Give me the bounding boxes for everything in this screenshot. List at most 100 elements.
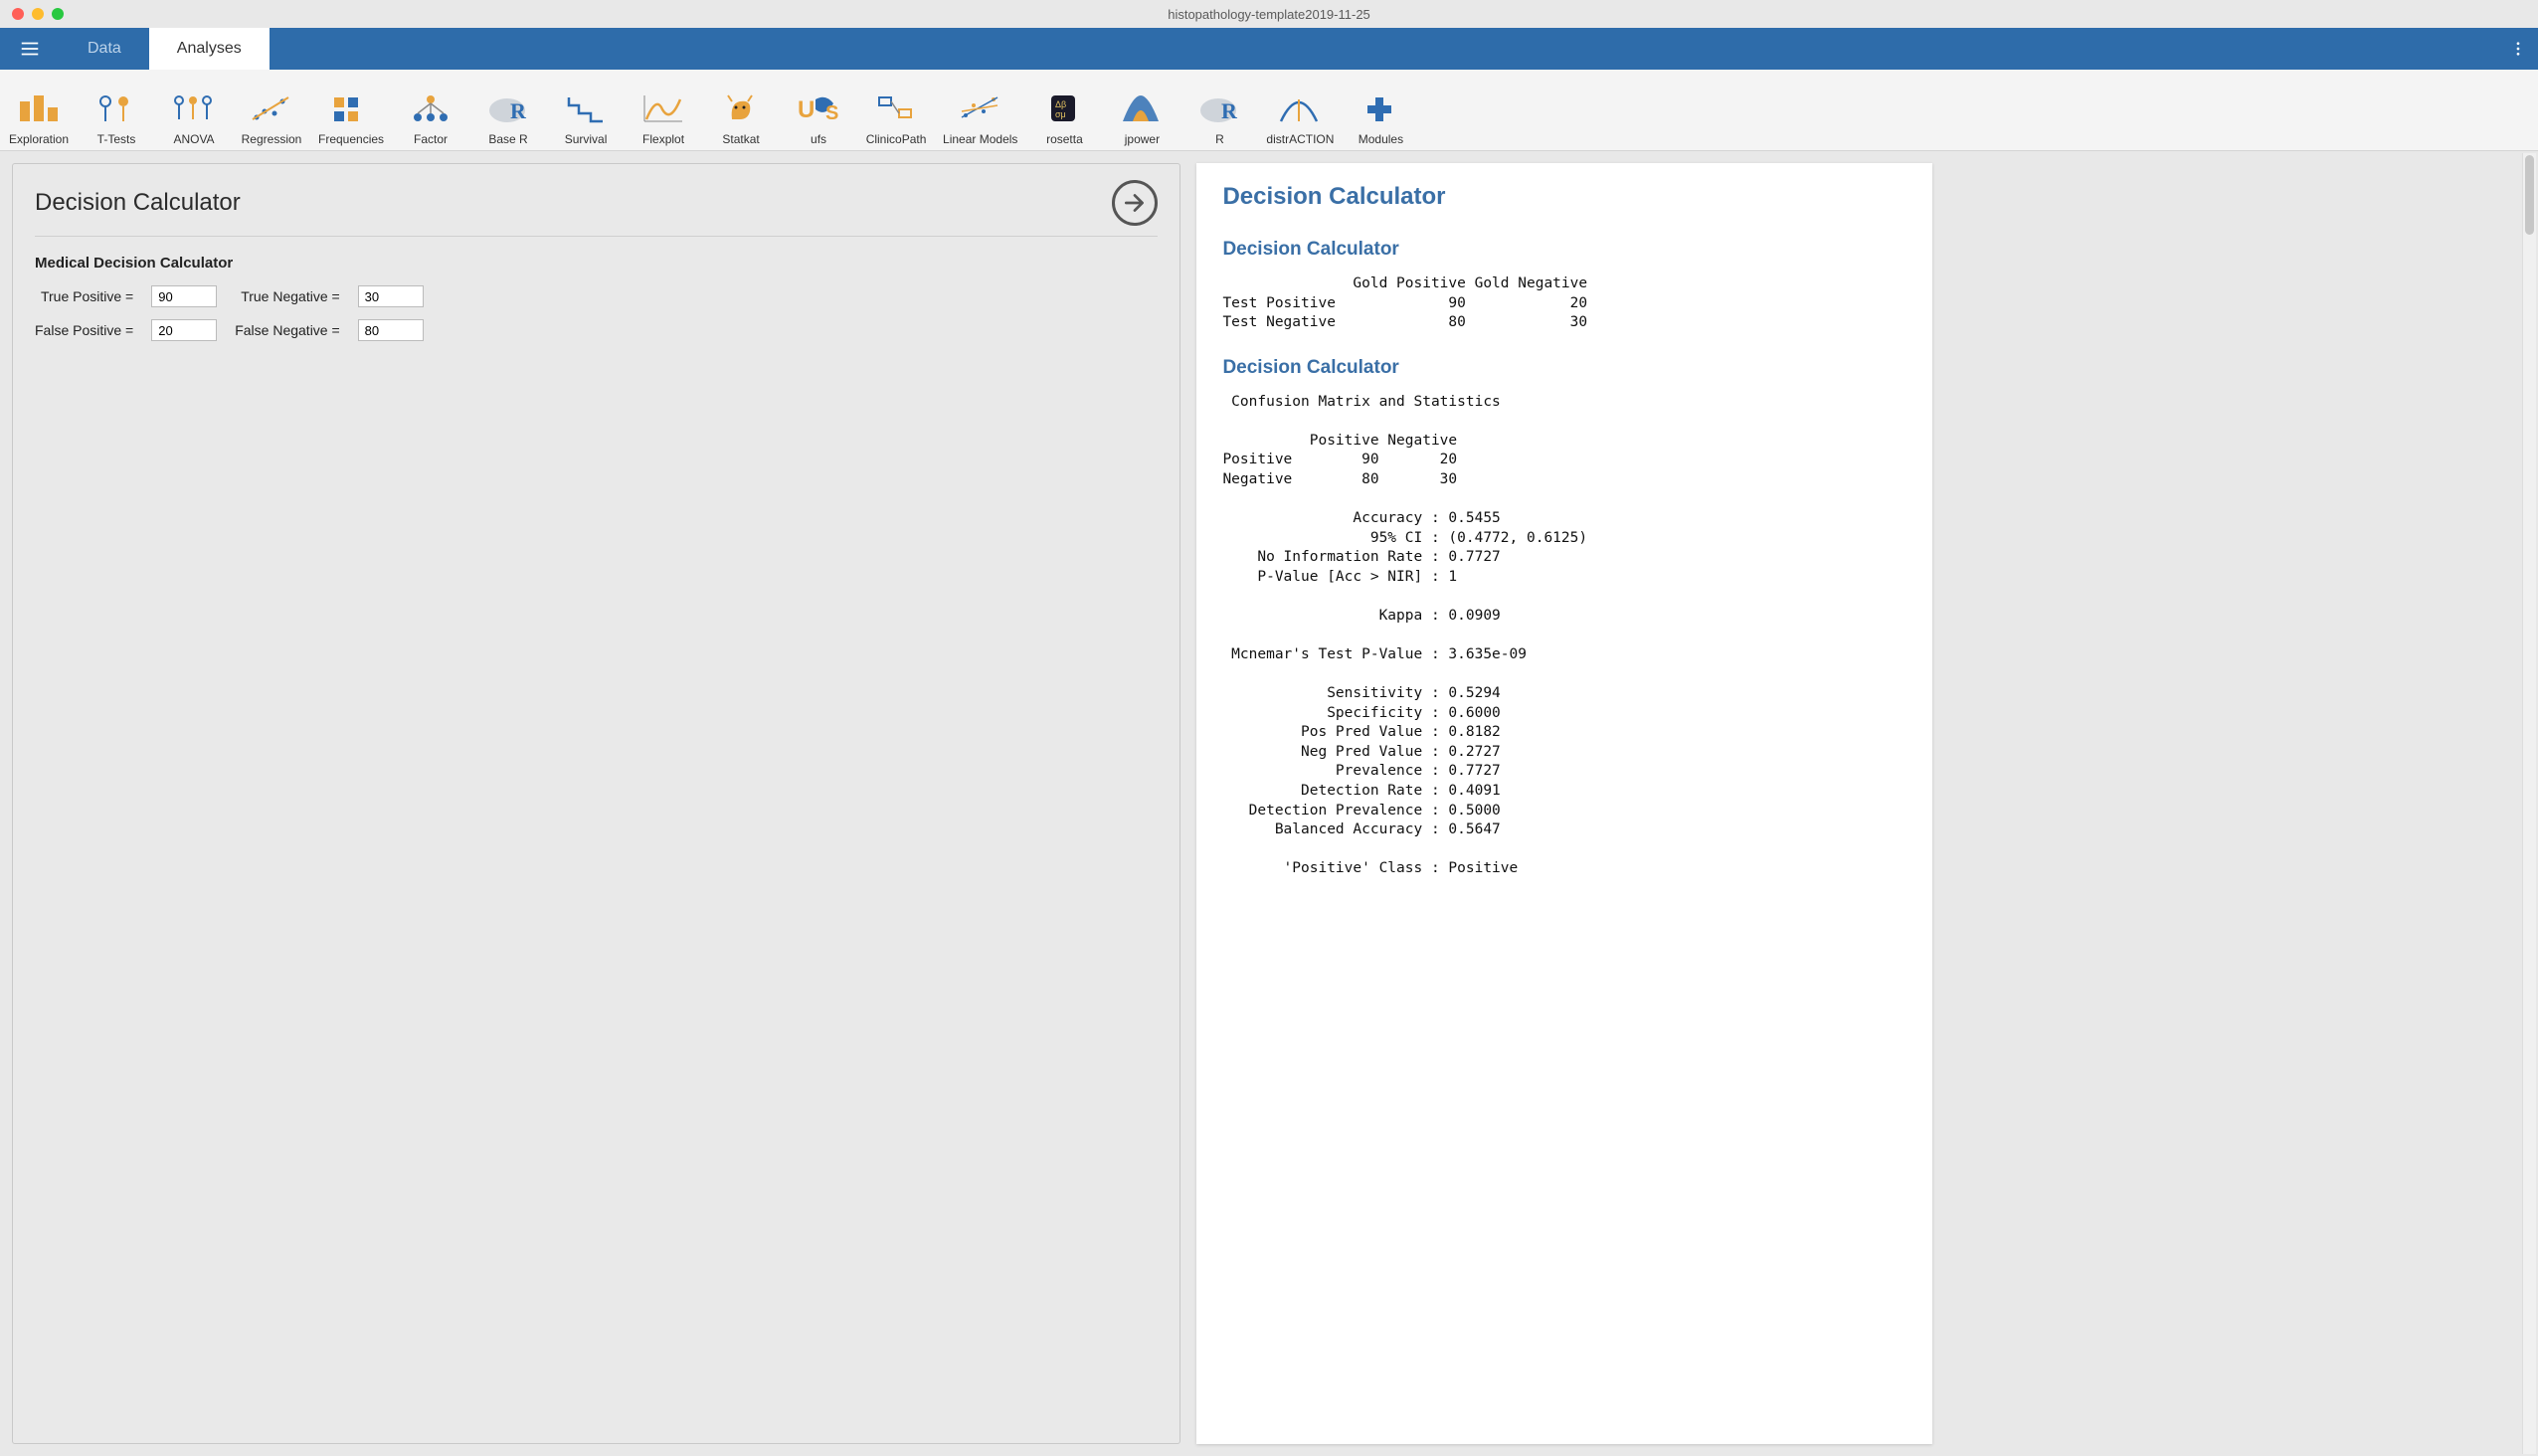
results-document: Decision Calculator Decision Calculator … — [1196, 163, 1932, 1444]
minimize-window-button[interactable] — [32, 8, 44, 20]
ribbon-label: Base R — [488, 132, 527, 146]
frequencies-icon — [327, 89, 375, 128]
tab-data[interactable]: Data — [60, 28, 149, 70]
section-title: Medical Decision Calculator — [35, 255, 1158, 272]
scrollbar-thumb[interactable] — [2525, 155, 2534, 235]
ribbon-statkat[interactable]: Statkat — [702, 70, 780, 150]
regression-icon — [248, 89, 295, 128]
input-grid: True Positive = True Negative = False Po… — [35, 285, 424, 341]
ufs-icon: US — [795, 89, 842, 128]
results-section-2-title: Decision Calculator — [1222, 357, 1906, 379]
kebab-icon — [2509, 40, 2527, 58]
ribbon-label: distrACTION — [1266, 132, 1334, 146]
results-section-1-body: Gold Positive Gold Negative Test Positiv… — [1222, 269, 1906, 333]
linear-models-icon — [957, 89, 1004, 128]
vertical-scrollbar[interactable] — [2522, 153, 2536, 1454]
hamburger-menu-button[interactable] — [0, 28, 60, 70]
ribbon-exploration[interactable]: Exploration — [0, 70, 78, 150]
svg-text:S: S — [825, 102, 838, 124]
fp-input[interactable] — [151, 319, 217, 341]
maximize-window-button[interactable] — [52, 8, 64, 20]
analyses-ribbon: Exploration T-Tests ANOVA Regression Frequen… — [0, 70, 2538, 151]
base-r-icon: R — [484, 89, 532, 128]
ribbon-label: Exploration — [9, 132, 69, 146]
distraction-icon — [1276, 89, 1324, 128]
right-panel: Decision Calculator Decision Calculator … — [1192, 151, 2538, 1456]
tp-label: True Positive = — [35, 288, 133, 304]
fp-label: False Positive = — [35, 322, 133, 338]
modules-icon — [1357, 89, 1404, 128]
options-panel: Decision Calculator Medical Decision Cal… — [12, 163, 1180, 1444]
results-section-2-body: Confusion Matrix and Statistics Positive… — [1222, 387, 1906, 899]
ribbon-label: Flexplot — [642, 132, 684, 146]
ribbon-label: T-Tests — [97, 132, 136, 146]
svg-text:U: U — [798, 96, 815, 123]
window-title: histopathology-template2019-11-25 — [1168, 7, 1370, 22]
t-tests-icon — [92, 89, 140, 128]
ribbon-ufs[interactable]: USufs — [780, 70, 857, 150]
ribbon-anova[interactable]: ANOVA — [155, 70, 233, 150]
clinicopath-icon — [872, 89, 920, 128]
ribbon-clinicopath[interactable]: ClinicoPath — [857, 70, 935, 150]
workspace: Decision Calculator Medical Decision Cal… — [0, 151, 2538, 1456]
ribbon-label: Factor — [414, 132, 448, 146]
tab-analyses[interactable]: Analyses — [149, 28, 270, 70]
ribbon-label: Linear Models — [943, 132, 1017, 146]
statkat-icon — [717, 89, 765, 128]
arrow-right-icon — [1122, 190, 1148, 216]
ribbon-factor[interactable]: Factor — [392, 70, 469, 150]
ribbon-modules[interactable]: Modules — [1342, 70, 1419, 150]
ribbon-r[interactable]: RR — [1180, 70, 1258, 150]
tn-input[interactable] — [358, 285, 424, 307]
ribbon-label: Statkat — [722, 132, 759, 146]
factor-icon — [407, 89, 454, 128]
run-button[interactable] — [1112, 180, 1158, 226]
left-panel: Decision Calculator Medical Decision Cal… — [0, 151, 1192, 1456]
ribbon-label: R — [1215, 132, 1224, 146]
menubar: Data Analyses — [0, 28, 2538, 70]
ribbon-survival[interactable]: Survival — [547, 70, 625, 150]
tn-label: True Negative = — [235, 288, 339, 304]
anova-icon — [170, 89, 218, 128]
traffic-lights — [0, 8, 64, 20]
ribbon-base-r[interactable]: R Base R — [469, 70, 547, 150]
rosetta-icon: Δβσμ — [1040, 89, 1088, 128]
ribbon-label: rosetta — [1046, 132, 1083, 146]
ribbon-flexplot[interactable]: Flexplot — [625, 70, 702, 150]
ribbon-label: Regression — [242, 132, 302, 146]
svg-text:R: R — [510, 98, 527, 123]
r-icon: R — [1195, 89, 1243, 128]
ribbon-rosetta[interactable]: Δβσμ rosetta — [1025, 70, 1103, 150]
ribbon-label: ufs — [811, 132, 826, 146]
fn-label: False Negative = — [235, 322, 339, 338]
results-section-1-title: Decision Calculator — [1222, 239, 1906, 261]
jpower-icon — [1118, 89, 1166, 128]
ribbon-t-tests[interactable]: T-Tests — [78, 70, 155, 150]
titlebar: histopathology-template2019-11-25 — [0, 0, 2538, 28]
survival-icon — [562, 89, 610, 128]
kebab-menu-button[interactable] — [2498, 28, 2538, 70]
fn-input[interactable] — [358, 319, 424, 341]
close-window-button[interactable] — [12, 8, 24, 20]
results-main-title: Decision Calculator — [1222, 183, 1906, 211]
svg-text:σμ: σμ — [1055, 109, 1066, 119]
panel-title: Decision Calculator — [35, 189, 241, 217]
ribbon-label: Modules — [1359, 132, 1403, 146]
svg-text:Δβ: Δβ — [1055, 99, 1066, 109]
svg-text:R: R — [1221, 98, 1238, 123]
flexplot-icon — [639, 89, 687, 128]
tp-input[interactable] — [151, 285, 217, 307]
hamburger-icon — [19, 38, 41, 60]
ribbon-frequencies[interactable]: Frequencies — [310, 70, 392, 150]
ribbon-label: ClinicoPath — [866, 132, 927, 146]
ribbon-linear-models[interactable]: Linear Models — [935, 70, 1025, 150]
ribbon-distraction[interactable]: distrACTION — [1258, 70, 1342, 150]
ribbon-label: ANOVA — [173, 132, 214, 146]
main-tabs: Data Analyses — [60, 28, 270, 70]
ribbon-regression[interactable]: Regression — [233, 70, 310, 150]
exploration-icon — [15, 89, 63, 128]
ribbon-label: jpower — [1125, 132, 1160, 146]
ribbon-label: Survival — [565, 132, 608, 146]
ribbon-jpower[interactable]: jpower — [1103, 70, 1180, 150]
ribbon-label: Frequencies — [318, 132, 384, 146]
